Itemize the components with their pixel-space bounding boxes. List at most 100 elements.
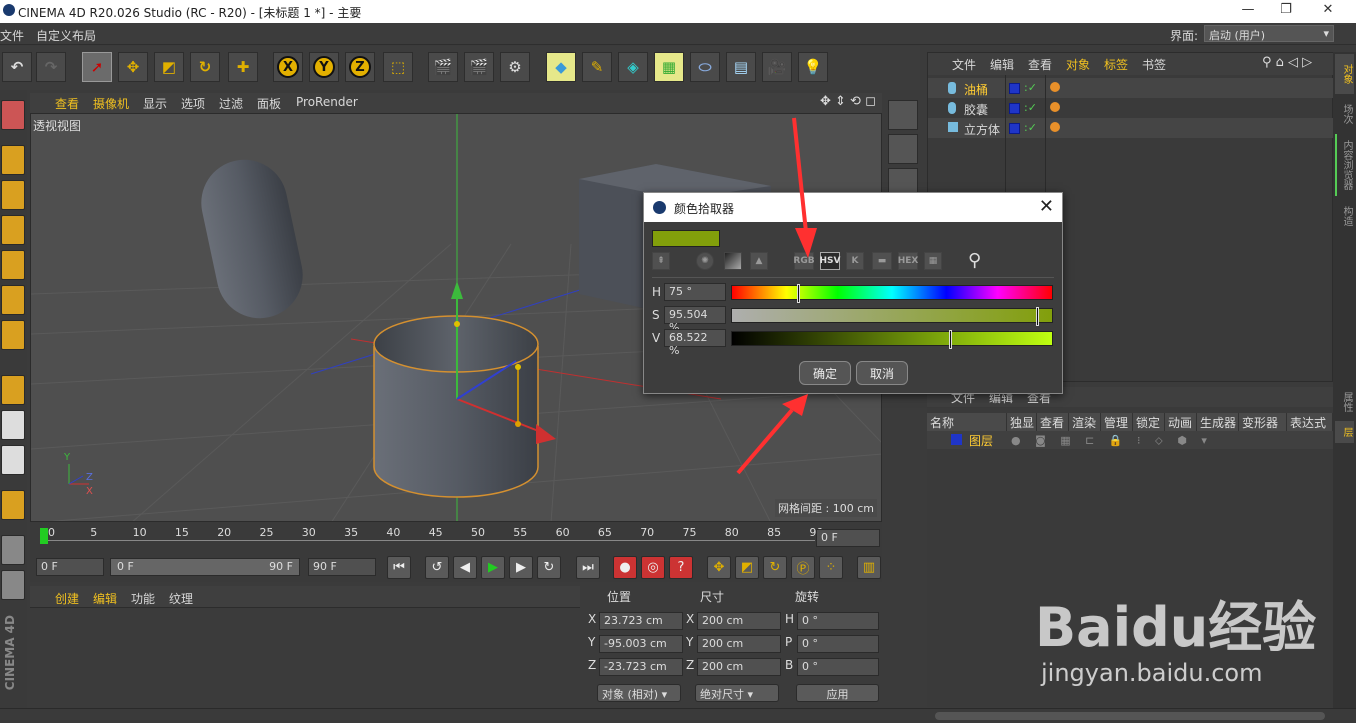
om-menu-edit[interactable]: 编辑 <box>990 56 1014 73</box>
previous-key-button[interactable]: ↺ <box>425 556 449 579</box>
layout-select[interactable]: 启动 (用户) ▾ <box>1204 25 1334 42</box>
play-button[interactable]: ▶ <box>481 556 505 579</box>
previous-frame-button[interactable]: ◀ <box>453 556 477 579</box>
tweak-mode-button[interactable] <box>1 410 25 440</box>
column-deformers[interactable]: 变形器 <box>1239 413 1287 431</box>
texture-mode-button[interactable] <box>1 180 25 210</box>
size-field[interactable]: 200 cm <box>697 635 781 653</box>
object-row-oil-drum[interactable]: 油桶 :✓ <box>928 78 1334 98</box>
next-key-button[interactable]: ↻ <box>537 556 561 579</box>
visibility-check-icon[interactable]: :✓ <box>1024 81 1037 94</box>
timeline-ruler[interactable]: 051015202530354045505560657075808590 0 F <box>30 522 882 554</box>
floor-button[interactable]: ▤ <box>726 52 756 82</box>
workplane-mode-button[interactable] <box>1 215 25 245</box>
start-frame-field[interactable]: 0 F <box>36 558 104 576</box>
viewport-menu-filter[interactable]: 过滤 <box>219 95 243 112</box>
spectrum-icon[interactable] <box>724 252 742 270</box>
hue-slider-knob[interactable] <box>797 284 800 303</box>
record-button[interactable]: ● <box>613 556 637 579</box>
timeline-window-button[interactable]: ▥ <box>857 556 881 579</box>
saturation-field[interactable]: 95.504 % <box>664 306 726 334</box>
point-mode-button[interactable] <box>1 250 25 280</box>
saturation-slider-knob[interactable] <box>1036 307 1039 326</box>
object-row-capsule[interactable]: 胶囊 :✓ <box>928 98 1334 118</box>
material-tag-icon[interactable] <box>1050 82 1060 92</box>
light-button[interactable]: 💡 <box>798 52 828 82</box>
x-axis-lock[interactable]: X <box>273 52 303 82</box>
viewport-menu-view[interactable]: 查看 <box>55 95 79 112</box>
viewport-nav-icons[interactable]: ✥ ⇕ ⟲ ◻ <box>820 94 876 109</box>
cancel-button[interactable]: 取消 <box>856 361 908 385</box>
key-rotation-button[interactable]: ↻ <box>763 556 787 579</box>
function-curve-button[interactable] <box>888 100 918 130</box>
undo-button[interactable]: ↶ <box>2 52 32 82</box>
object-row-cube[interactable]: 立方体 :✓ <box>928 118 1334 138</box>
move-tool[interactable]: ✥ <box>118 52 148 82</box>
menu-custom-layout[interactable]: 自定义布局 <box>36 27 96 44</box>
column-lock[interactable]: 锁定 <box>1133 413 1165 431</box>
om-menu-objects[interactable]: 对象 <box>1066 56 1090 73</box>
mm-menu-texture[interactable]: 纹理 <box>169 590 193 607</box>
om-menu-bookmarks[interactable]: 书签 <box>1142 56 1166 73</box>
column-solo[interactable]: 独显 <box>1007 413 1037 431</box>
size-field[interactable]: 200 cm <box>697 612 781 630</box>
mode-mixer-icon[interactable]: ▬ <box>872 252 892 270</box>
end-frame-field[interactable]: 90 F <box>308 558 376 576</box>
key-parameter-button[interactable]: Ⓟ <box>791 556 815 579</box>
position-field[interactable]: -95.003 cm <box>599 635 683 653</box>
deformer-button[interactable]: ⬭ <box>690 52 720 82</box>
mm-menu-function[interactable]: 功能 <box>131 590 155 607</box>
tab-objects[interactable]: 对象 <box>1335 54 1354 94</box>
tab-takes[interactable]: 场次 <box>1335 96 1354 132</box>
rotate-tool[interactable]: ↻ <box>190 52 220 82</box>
column-name[interactable]: 名称 <box>927 413 1007 431</box>
scale-tool[interactable]: ◩ <box>154 52 184 82</box>
subdivision-button[interactable]: ◈ <box>618 52 648 82</box>
key-help-button[interactable]: ? <box>669 556 693 579</box>
camera-button[interactable]: 🎥 <box>762 52 792 82</box>
coordinate-mode-select[interactable]: 对象 (相对) ▾ <box>597 684 681 702</box>
material-tag-icon[interactable] <box>1050 102 1060 112</box>
close-button[interactable]: ✕ <box>1318 2 1338 17</box>
array-button[interactable]: ▦ <box>654 52 684 82</box>
viewport-menu-prorender[interactable]: ProRender <box>296 95 358 109</box>
frame-range-slider[interactable]: 0 F 90 F <box>110 558 300 576</box>
recent-tool[interactable]: ✚ <box>228 52 258 82</box>
size-field[interactable]: 200 cm <box>697 658 781 676</box>
viewport-menu-panel[interactable]: 面板 <box>257 95 281 112</box>
color-swatch[interactable] <box>652 230 720 247</box>
om-menu-view[interactable]: 查看 <box>1028 56 1052 73</box>
workplane-button[interactable] <box>1 535 25 565</box>
key-pla-button[interactable]: ⁘ <box>819 556 843 579</box>
hue-field[interactable]: 75 ° <box>664 283 726 301</box>
position-field[interactable]: 23.723 cm <box>599 612 683 630</box>
mode-hex-button[interactable]: HEX <box>898 252 918 270</box>
solo-button[interactable] <box>1 445 25 475</box>
rotation-field[interactable]: 0 ° <box>797 612 879 630</box>
z-axis-lock[interactable]: Z <box>345 52 375 82</box>
spline-pen-button[interactable]: ✎ <box>582 52 612 82</box>
model-mode-button[interactable] <box>1 145 25 175</box>
cube-object-button[interactable]: ◆ <box>546 52 576 82</box>
tab-content-browser[interactable]: 内容浏览器 <box>1335 134 1354 196</box>
image-picker-icon[interactable]: ▲ <box>750 252 768 270</box>
key-position-button[interactable]: ✥ <box>707 556 731 579</box>
polygon-mode-button[interactable] <box>1 320 25 350</box>
layer-row[interactable]: 图层 ● ◙ ▦ ⊏ 🔒 ⁝ ⬦ ⬢ ▾ <box>927 431 1333 449</box>
playhead[interactable] <box>40 528 48 544</box>
mode-rgb-button[interactable]: RGB <box>793 252 815 270</box>
horizontal-scrollbar[interactable] <box>935 712 1325 720</box>
hue-slider[interactable] <box>731 284 1053 303</box>
loop-button[interactable] <box>888 134 918 164</box>
apply-button[interactable]: 应用 <box>796 684 879 702</box>
om-menu-file[interactable]: 文件 <box>952 56 976 73</box>
next-frame-button[interactable]: ▶ <box>509 556 533 579</box>
tab-layers[interactable]: 层 <box>1335 421 1354 443</box>
position-field[interactable]: -23.723 cm <box>599 658 683 676</box>
layer-color-dot[interactable] <box>951 434 962 445</box>
rotation-field[interactable]: 0 ° <box>797 658 879 676</box>
auto-key-button[interactable]: ◎ <box>641 556 665 579</box>
value-slider[interactable] <box>731 330 1053 349</box>
edge-mode-button[interactable] <box>1 285 25 315</box>
live-selection-tool[interactable]: ➚ <box>82 52 112 82</box>
